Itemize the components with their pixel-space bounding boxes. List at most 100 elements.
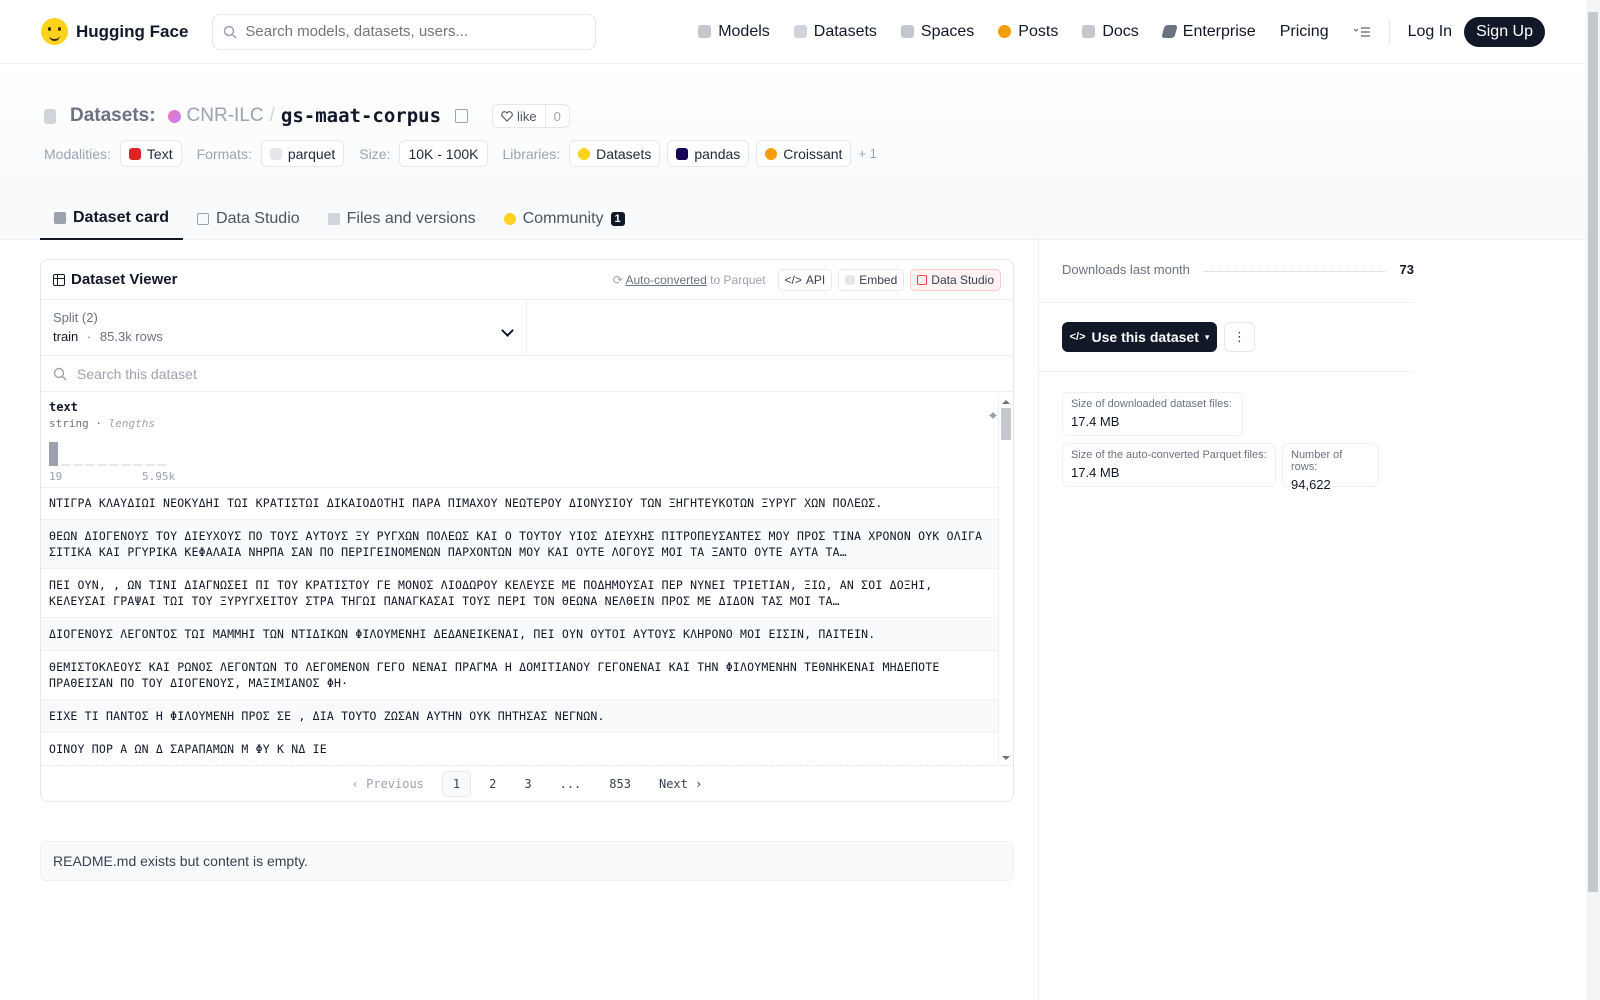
sort-icon[interactable] — [989, 408, 997, 420]
table-row[interactable]: ΘΕΩΝ ΔΙΟΓΕΝΟΥΣ ΤΟΥ ΔΙΕΥΧΟΥΣ ΠΟ ΤΟΥΣ ΑΥΤΟ… — [41, 520, 999, 569]
histogram-bar[interactable] — [73, 464, 82, 466]
nav-item-label: Datasets — [813, 22, 877, 40]
tab-data-studio[interactable]: Data Studio — [183, 197, 314, 240]
nav-item-label: Pricing — [1279, 22, 1329, 40]
dataset-viewer: Dataset Viewer ⟳ Auto-converted to Parqu… — [40, 259, 1014, 802]
like-button[interactable]: like 0 — [492, 104, 570, 128]
split-value: train · 85.3k rows — [53, 329, 514, 344]
table-row[interactable]: ΔΙΟΓΕΝΟΥΣ ΛΕΓΟΝΤΟΣ ΤΩΙ ΜΑΜΜΗΙ ΤΩΝ ΝΤΙΔΙΚ… — [41, 618, 999, 651]
heart-icon — [501, 110, 513, 122]
community-count-badge: 1 — [610, 211, 625, 226]
scrollbar-thumb[interactable] — [1001, 408, 1011, 440]
formats-label: Formats: — [196, 145, 252, 162]
histogram-bar[interactable] — [121, 464, 130, 466]
table-row[interactable]: ΕΙΧΕ ΤΙ ΠΑΝΤΟΣ Η ΦΙΛΟΥΜΕΝΗ ΠΡΟΣ ΣΕ , ΔΙΑ… — [41, 700, 999, 733]
stat-label: Number of rows: — [1291, 449, 1343, 473]
dataset-tabs: Dataset card Data Studio Files and versi… — [40, 197, 639, 240]
column-type-sep: · — [95, 417, 102, 430]
embed-button[interactable]: Embed — [838, 268, 905, 291]
data-studio-label: Data Studio — [931, 272, 994, 287]
page-scrollbar-thumb[interactable] — [1588, 12, 1598, 892]
table-row[interactable]: ΠΕΙ ΟΥΝ, , ΩΝ ΤΙΝΙ ΔΙΑΓΝΩΣΕΙ ΠΙ ΤΟΥ ΚΡΑΤ… — [41, 569, 999, 618]
tag-size[interactable]: 10K - 100K — [399, 140, 488, 167]
tag-modality-text[interactable]: Text — [119, 140, 182, 167]
column-header-text: text string · lengths 19 5.95k — [41, 392, 1013, 488]
page-scrollbar[interactable] — [1586, 0, 1600, 1000]
scroll-down-arrow-icon[interactable] — [1002, 756, 1010, 764]
more-options-button[interactable]: ⋮ — [1224, 322, 1255, 352]
split-name: train — [53, 329, 79, 344]
modalities-label: Modalities: — [44, 145, 111, 162]
to-parquet-text: to Parquet — [710, 272, 766, 287]
signup-button[interactable]: Sign Up — [1464, 16, 1545, 47]
readme-notice: README.md exists but content is empty. — [40, 841, 1014, 881]
login-link[interactable]: Log In — [1396, 23, 1464, 41]
tab-label: Files and versions — [346, 209, 476, 227]
tag-library-datasets[interactable]: Datasets — [569, 140, 661, 167]
length-histogram[interactable] — [49, 442, 166, 466]
nav-item-posts[interactable]: Posts — [986, 23, 1070, 41]
column-name: text — [49, 400, 78, 414]
tag-library-pandas[interactable]: pandas — [667, 140, 750, 167]
data-studio-button[interactable]: Data Studio — [910, 268, 1001, 291]
api-button[interactable]: </> API — [777, 268, 833, 291]
tag-library-croissant[interactable]: Croissant — [756, 140, 852, 167]
dataset-search[interactable]: Search this dataset — [41, 356, 1013, 392]
tag-format-parquet[interactable]: parquet — [260, 140, 345, 167]
split-label: Split (2) — [53, 310, 98, 325]
table-row[interactable]: ΘΕΜΙΣΤΟΚΛΕΟΥΣ ΚΑΙ ΡΩΝΟΣ ΛΕΓΟΝΤΩΝ ΤΟ ΛΕΓΟ… — [41, 651, 999, 700]
stat-label: Size of downloaded dataset files: — [1071, 398, 1232, 410]
org-avatar[interactable] — [167, 109, 181, 123]
next-page-button[interactable]: Next › — [649, 772, 712, 796]
sidebar-separator — [1038, 302, 1414, 303]
auto-converted-link[interactable]: Auto-converted — [625, 273, 706, 287]
table-scrollbar[interactable] — [998, 394, 1013, 766]
search-icon — [53, 367, 67, 380]
tab-files-and-versions[interactable]: Files and versions — [314, 197, 490, 240]
nav-menu: Models Datasets Spaces Posts Docs Enterp… — [686, 16, 1545, 47]
tab-dataset-card[interactable]: Dataset card — [40, 197, 184, 240]
histogram-bar[interactable] — [133, 464, 142, 466]
brand-logo[interactable]: Hugging Face — [41, 18, 188, 45]
nav-item-models[interactable]: Models — [686, 23, 782, 41]
histogram-bar[interactable] — [85, 464, 94, 466]
page-button[interactable]: 3 — [514, 772, 541, 796]
use-dataset-label: Use this dataset — [1091, 329, 1199, 345]
table-row[interactable]: ΝΤΙΓΡΑ ΚΛΑΥΔΙΩΙ ΝΕΟΚΥΔΗΙ ΤΩΙ ΚΡΑΤΙΣΤΩΙ Δ… — [41, 487, 999, 520]
copy-icon[interactable] — [455, 109, 469, 123]
split-selector[interactable]: Split (2) train · 85.3k rows — [41, 300, 527, 355]
histogram-bar[interactable] — [97, 464, 106, 466]
org-link[interactable]: CNR-ILC — [187, 105, 264, 127]
pandas-icon — [676, 147, 689, 160]
use-this-dataset-button[interactable]: </> Use this dataset ▾ — [1062, 322, 1217, 352]
dataset-name[interactable]: gs-maat-corpus — [281, 105, 441, 127]
nav-item-datasets[interactable]: Datasets — [782, 23, 889, 41]
nav-item-label: Docs — [1102, 22, 1139, 40]
histogram-bar[interactable] — [61, 464, 70, 466]
histogram-bar[interactable] — [109, 464, 118, 466]
histogram-bar[interactable] — [145, 464, 154, 466]
histogram-bar[interactable] — [157, 464, 166, 466]
nav-item-spaces[interactable]: Spaces — [889, 23, 986, 41]
nav-item-docs[interactable]: Docs — [1070, 23, 1150, 41]
more-menu-button[interactable] — [1341, 26, 1383, 38]
title-prefix[interactable]: Datasets: — [70, 105, 156, 127]
global-search-input[interactable] — [245, 23, 576, 40]
previous-page-button[interactable]: ‹ Previous — [342, 772, 434, 796]
nav-item-pricing[interactable]: Pricing — [1268, 23, 1341, 41]
tab-community[interactable]: Community 1 — [490, 197, 639, 240]
nav-item-enterprise[interactable]: Enterprise — [1151, 23, 1268, 41]
search-icon — [224, 25, 237, 39]
histogram-bar[interactable] — [49, 442, 58, 466]
database-icon — [44, 108, 56, 124]
scroll-up-arrow-icon[interactable] — [1002, 396, 1010, 404]
histogram-max: 5.95k — [142, 470, 176, 483]
page-button[interactable]: 853 — [599, 772, 641, 796]
page-button[interactable]: 2 — [479, 772, 506, 796]
libraries-label: Libraries: — [502, 145, 561, 162]
page-button[interactable]: 1 — [441, 770, 472, 797]
global-search[interactable] — [212, 13, 597, 50]
dataset-header: Datasets: CNR-ILC / gs-maat-corpus like … — [0, 64, 1586, 240]
more-libraries-link[interactable]: + 1 — [858, 146, 876, 161]
table-row[interactable]: ΟΙΝΟΥ ΠΟΡ Α ΩΝ Δ ΣΑΡΑΠΑΜΩΝ Μ ΦΥ Κ ΝΔ ΙΕ — [41, 733, 999, 765]
